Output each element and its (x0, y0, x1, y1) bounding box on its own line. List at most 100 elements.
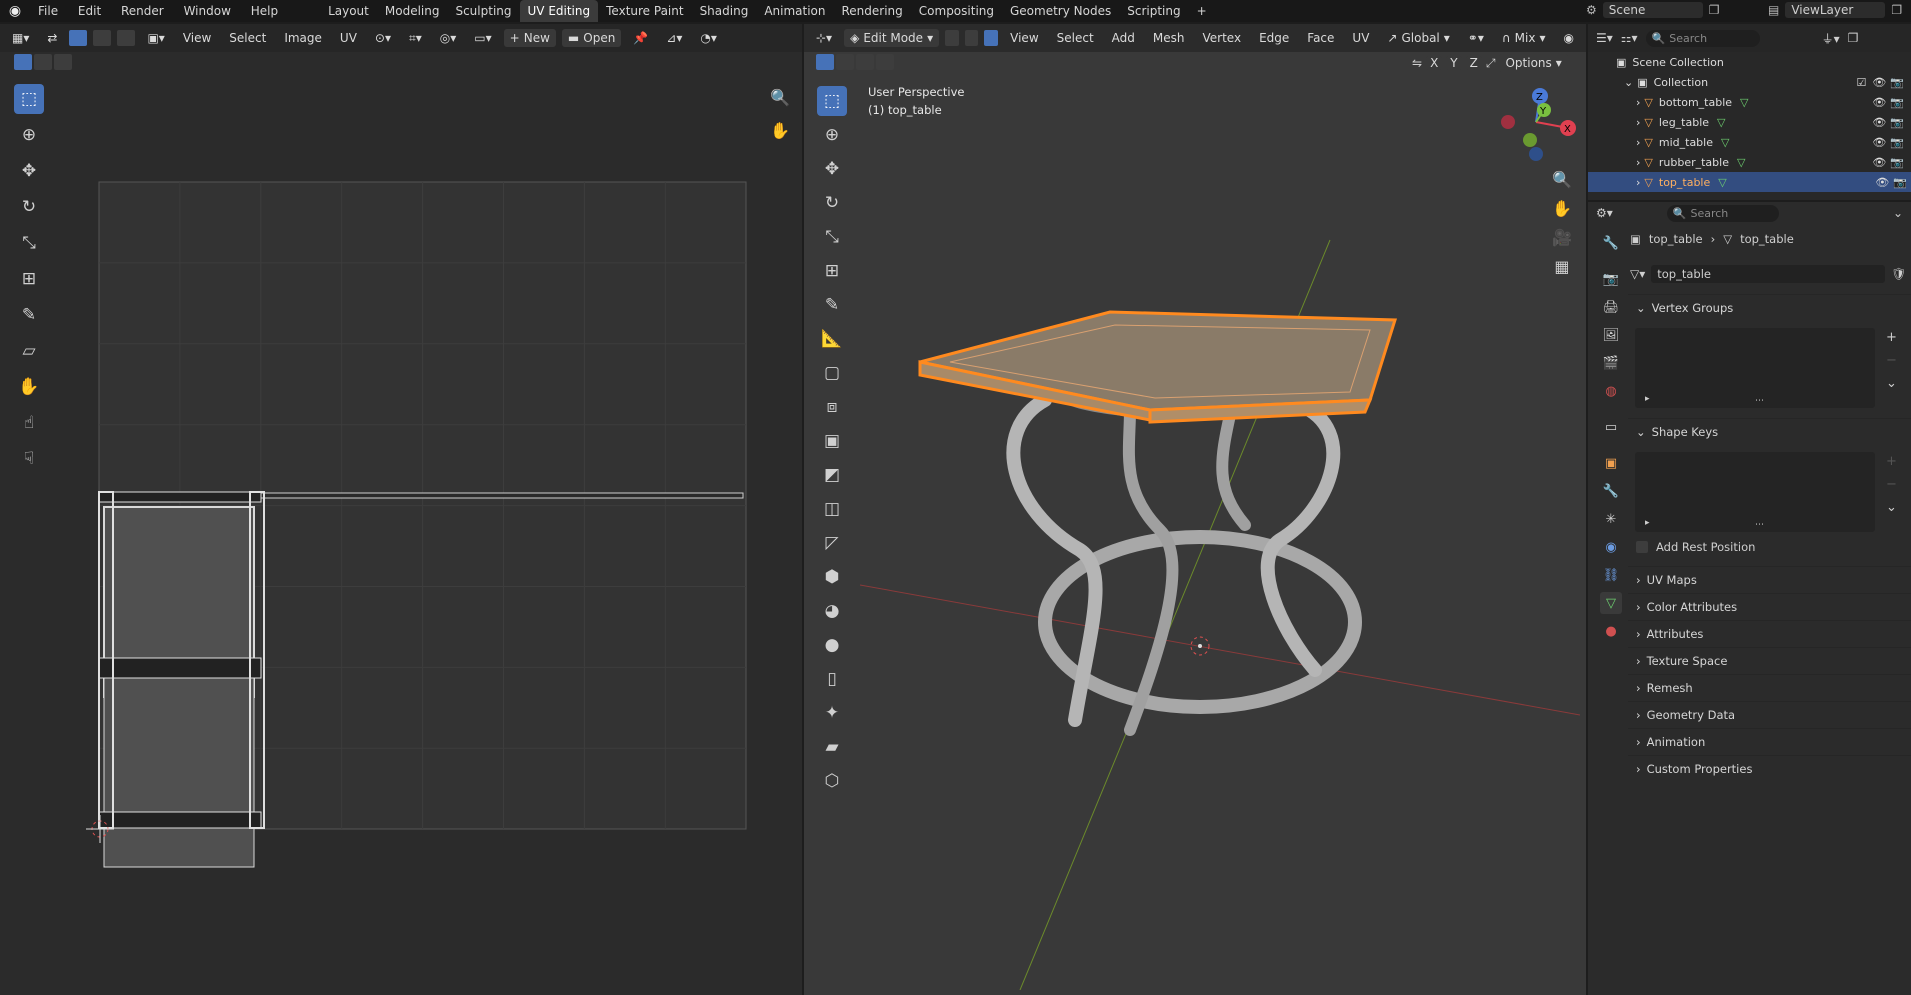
remove-vertex-group-icon[interactable]: − (1886, 353, 1897, 368)
tab-uv-editing[interactable]: UV Editing (519, 0, 599, 22)
vertex-groups-section[interactable]: ⌄ Vertex Groups (1628, 294, 1911, 320)
vp-select-tool-icon[interactable]: ⬚ (817, 86, 847, 116)
transform-orientation-dropdown[interactable]: ↗ Global ▾ (1381, 29, 1455, 47)
collection-row[interactable]: ⌄ ▣ Collection ☑ 👁 📷 (1588, 72, 1908, 92)
camera-icon[interactable]: 📷 (1890, 96, 1904, 109)
collection-tab-icon[interactable]: ▭ (1600, 416, 1622, 438)
vp-menu-face[interactable]: Face (1301, 29, 1340, 47)
shrink-fatten-tool-icon[interactable]: ✦ (817, 698, 847, 728)
viewlayer-selector[interactable]: ▤ ViewLayer ❐ (1768, 2, 1902, 18)
pin-icon[interactable]: 📌 (627, 29, 654, 47)
scene-selector[interactable]: ⚙ Scene ❐ (1586, 2, 1720, 18)
outliner-editor-type-icon[interactable]: ☰▾ (1596, 31, 1613, 45)
world-tab-icon[interactable]: ◍ (1600, 380, 1622, 402)
poly-build-tool-icon[interactable]: ⬢ (817, 562, 847, 592)
new-viewlayer-icon[interactable]: ❐ (1891, 3, 1902, 17)
vp-select-extend-icon[interactable] (836, 54, 854, 70)
color-attributes-section[interactable]: › Color Attributes (1628, 593, 1911, 619)
chevron-down-icon[interactable]: ⌄ (1893, 206, 1903, 220)
outliner-search-field[interactable]: 🔍 Search (1645, 29, 1760, 47)
menu-render[interactable]: Render (113, 0, 172, 22)
output-tab-icon[interactable]: 🖨 (1600, 296, 1622, 318)
pivot-point-icon[interactable]: ⚭▾ (1462, 29, 1490, 47)
outliner-item-bottom-table[interactable]: › ▽ bottom_table ▽ 👁 📷 (1588, 92, 1908, 112)
tab-sculpting[interactable]: Sculpting (447, 0, 519, 22)
vp-menu-vertex[interactable]: Vertex (1197, 29, 1248, 47)
viewport-editor-type-icon[interactable]: ⊹▾ (810, 29, 838, 47)
blender-logo-icon[interactable]: ◉ (0, 3, 30, 19)
vp-menu-mesh[interactable]: Mesh (1147, 29, 1191, 47)
face-select-icon[interactable] (117, 30, 136, 46)
vp-move-tool-icon[interactable]: ✥ (817, 154, 847, 184)
scene-collection-row[interactable]: ▣ Scene Collection (1588, 52, 1908, 72)
render-tab-icon[interactable]: 📷 (1600, 268, 1622, 290)
vp-rotate-tool-icon[interactable]: ↻ (817, 188, 847, 218)
uv-menu-uv[interactable]: UV (334, 29, 363, 47)
new-collection-icon[interactable]: ❐ (1848, 31, 1859, 45)
knife-tool-icon[interactable]: ◸ (817, 528, 847, 558)
add-rest-position-checkbox[interactable] (1636, 541, 1648, 553)
proportional-edit-icon[interactable]: ◉ (1558, 29, 1580, 47)
mesh-name-field[interactable]: top_table (1651, 265, 1886, 283)
tab-geometry-nodes[interactable]: Geometry Nodes (1002, 0, 1119, 22)
fake-user-icon[interactable]: 🛡 (1891, 267, 1906, 281)
editor-type-icon[interactable]: ▦▾ (6, 29, 35, 47)
outliner-item-top-table[interactable]: › ▽ top_table ▽ 👁 📷 (1588, 172, 1911, 192)
mirror-z-toggle[interactable]: Z (1465, 56, 1482, 70)
tab-scripting[interactable]: Scripting (1119, 0, 1188, 22)
vp-menu-view[interactable]: View (1004, 29, 1044, 47)
extrude-tool-icon[interactable]: ⧈ (817, 392, 847, 422)
custom-properties-section[interactable]: › Custom Properties (1628, 755, 1911, 781)
uv-canvas[interactable] (0, 52, 802, 995)
list-expand-icon[interactable]: ▸ (1645, 394, 1650, 404)
outliner-item-rubber-table[interactable]: › ▽ rubber_table ▽ 👁 📷 (1588, 152, 1908, 172)
outliner-item-leg-table[interactable]: › ▽ leg_table ▽ 👁 📷 (1588, 112, 1908, 132)
vp-transform-tool-icon[interactable]: ⊞ (817, 256, 847, 286)
pivot-icon[interactable]: ⊙▾ (369, 29, 397, 47)
display-mode-icon[interactable]: ⚏▾ (1621, 31, 1638, 45)
attributes-section[interactable]: › Attributes (1628, 620, 1911, 646)
camera-icon[interactable]: 📷 (1893, 176, 1907, 189)
remesh-section[interactable]: › Remesh (1628, 674, 1911, 700)
rip-region-tool-icon[interactable]: ⬡ (817, 766, 847, 796)
texture-space-section[interactable]: › Texture Space (1628, 647, 1911, 673)
edge-slide-tool-icon[interactable]: ▯ (817, 664, 847, 694)
scene-tab-icon[interactable]: 🎬 (1600, 352, 1622, 374)
sync-selection-icon[interactable]: ⇄ (41, 29, 63, 47)
tab-modeling[interactable]: Modeling (377, 0, 448, 22)
camera-icon[interactable]: 📷 (1890, 76, 1904, 89)
vertex-mode-icon[interactable] (945, 30, 959, 46)
add-cube-tool-icon[interactable]: ▢ (817, 358, 847, 388)
tab-layout[interactable]: Layout (320, 0, 377, 22)
new-image-button[interactable]: + New (503, 29, 556, 47)
modifier-tab-icon[interactable]: 🔧 (1600, 480, 1622, 502)
menu-help[interactable]: Help (243, 0, 286, 22)
open-image-button[interactable]: ▬ Open (561, 29, 622, 47)
tab-compositing[interactable]: Compositing (911, 0, 1002, 22)
properties-editor-type-icon[interactable]: ⚙▾ (1596, 206, 1613, 220)
image-browse-icon[interactable]: ▭▾ (468, 29, 497, 47)
uv-maps-section[interactable]: › UV Maps (1628, 566, 1911, 592)
uv-menu-view[interactable]: View (177, 29, 217, 47)
tab-shading[interactable]: Shading (692, 0, 757, 22)
viewport-scene[interactable] (860, 130, 1580, 990)
animation-section[interactable]: › Animation (1628, 728, 1911, 754)
list-expand-icon[interactable]: ▸ (1645, 518, 1650, 528)
view-layer-tab-icon[interactable]: 🖼 (1600, 324, 1622, 346)
menu-window[interactable]: Window (176, 0, 239, 22)
shear-tool-icon[interactable]: ▰ (817, 732, 847, 762)
shape-key-specials-icon[interactable]: ⌄ (1886, 500, 1897, 515)
camera-icon[interactable]: 📷 (1890, 136, 1904, 149)
properties-search-field[interactable]: 🔍 Search (1666, 204, 1779, 222)
menu-file[interactable]: File (30, 0, 66, 22)
outliner-item-mid-table[interactable]: › ▽ mid_table ▽ 👁 📷 (1588, 132, 1908, 152)
vp-menu-select[interactable]: Select (1051, 29, 1100, 47)
vp-annotate-tool-icon[interactable]: ✎ (817, 290, 847, 320)
uv-menu-select[interactable]: Select (223, 29, 272, 47)
eye-icon[interactable]: 👁 (1872, 136, 1886, 149)
data-tab-icon[interactable]: ▽ (1600, 592, 1622, 614)
inset-tool-icon[interactable]: ▣ (817, 426, 847, 456)
vp-menu-uv[interactable]: UV (1346, 29, 1375, 47)
camera-icon[interactable]: 📷 (1890, 116, 1904, 129)
menu-edit[interactable]: Edit (70, 0, 109, 22)
